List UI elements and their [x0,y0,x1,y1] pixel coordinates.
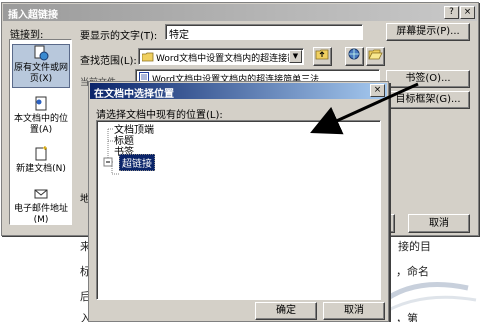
annotation-arrow [310,82,419,135]
